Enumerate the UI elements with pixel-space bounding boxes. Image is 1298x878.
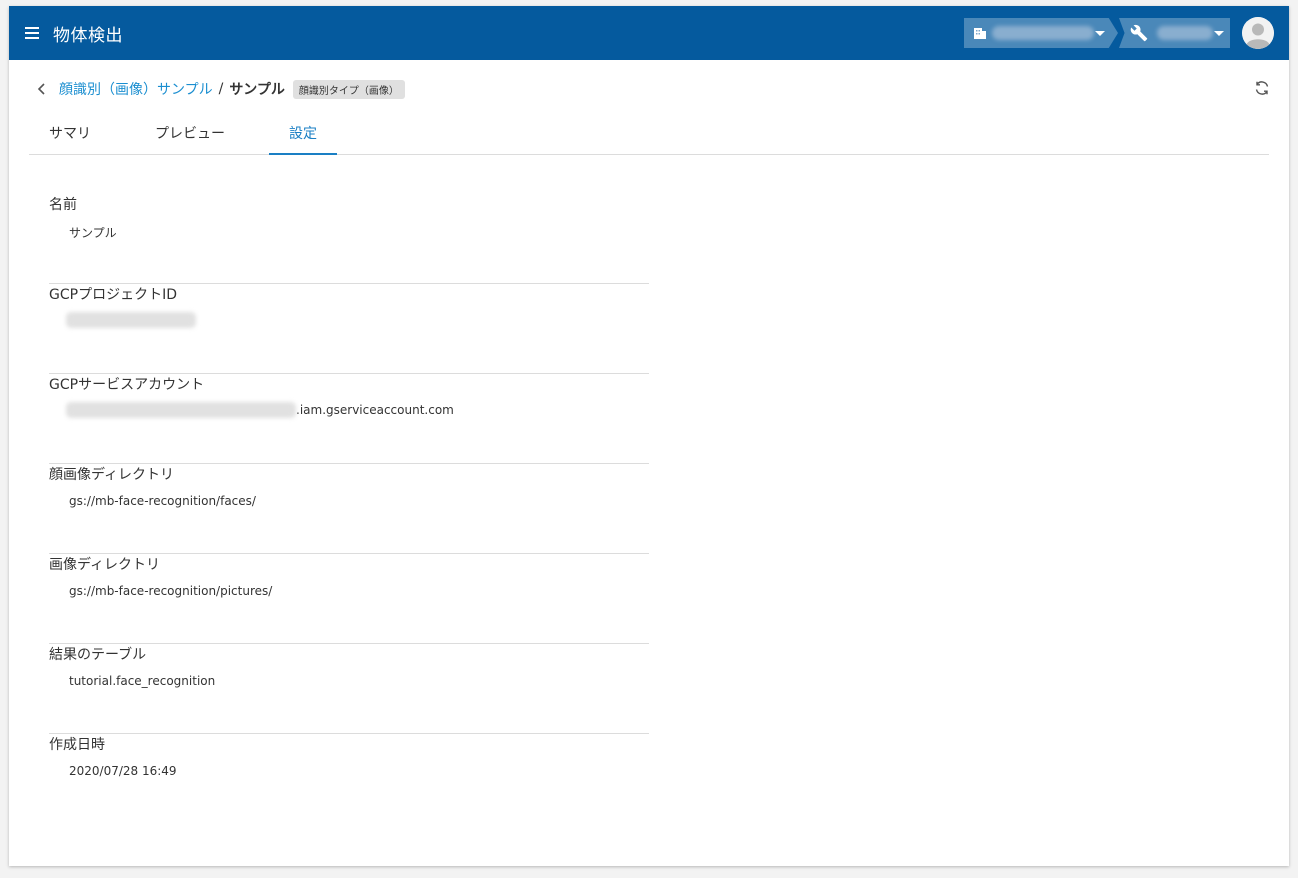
field-label: 顔画像ディレクトリ [49,467,175,483]
building-icon [974,28,986,39]
field-name: 名前 サンプル [49,194,649,284]
refresh-icon[interactable] [1254,80,1270,96]
project-name-redacted [1157,26,1213,40]
field-value: 2020/07/28 16:49 [69,764,177,778]
field-gcp-service-account: GCPサービスアカウント .iam.gserviceaccount.com [49,374,649,464]
field-result-table: 結果のテーブル tutorial.face_recognition [49,644,649,734]
field-label: 画像ディレクトリ [49,557,161,573]
field-value: .iam.gserviceaccount.com [66,400,454,420]
tab-preview[interactable]: プレビュー [154,120,226,155]
field-created-at: 作成日時 2020/07/28 16:49 [49,734,649,824]
type-badge: 顔識別タイプ（画像） [292,79,405,99]
project-select[interactable] [1119,18,1230,48]
field-value: gs://mb-face-recognition/faces/ [69,494,256,508]
field-value-redacted [66,310,196,330]
breadcrumb-separator: / [218,81,224,97]
service-account-domain: .iam.gserviceaccount.com [296,403,454,417]
chevron-down-icon [1095,31,1105,36]
breadcrumb-parent-link[interactable]: 顔識別（画像）サンプル [59,79,213,99]
field-label: 名前 [49,197,77,213]
tab-bar: サマリ プレビュー 設定 [29,120,1269,155]
field-value: サンプル [69,226,117,240]
field-face-image-directory: 顔画像ディレクトリ gs://mb-face-recognition/faces… [49,464,649,554]
field-label: GCPプロジェクトID [49,287,177,303]
field-value: gs://mb-face-recognition/pictures/ [69,584,273,598]
app-bar: 物体検出 [9,6,1289,60]
field-image-directory: 画像ディレクトリ gs://mb-face-recognition/pictur… [49,554,649,644]
user-avatar-icon[interactable] [1242,17,1274,49]
chevron-left-icon[interactable] [35,82,49,96]
app-title: 物体検出 [53,26,123,46]
tab-settings[interactable]: 設定 [269,120,337,155]
app-window: 物体検出 顔識別（画像）サンプル / サンプル 顔識別タイプ（画像） サマリ プ… [9,6,1289,866]
field-value: tutorial.face_recognition [69,674,216,688]
hamburger-menu-icon[interactable] [25,27,39,39]
field-gcp-project-id: GCPプロジェクトID [49,284,649,374]
field-label: 作成日時 [49,737,105,753]
field-label: 結果のテーブル [49,647,147,663]
chevron-down-icon [1214,31,1224,36]
organization-select[interactable] [964,18,1118,48]
organization-name-redacted [992,26,1094,40]
field-label: GCPサービスアカウント [49,377,205,393]
breadcrumb-current: サンプル [229,82,285,98]
tab-summary[interactable]: サマリ [49,120,91,155]
breadcrumb: 顔識別（画像）サンプル / サンプル 顔識別タイプ（画像） [35,78,405,100]
wrench-icon [1130,24,1148,42]
